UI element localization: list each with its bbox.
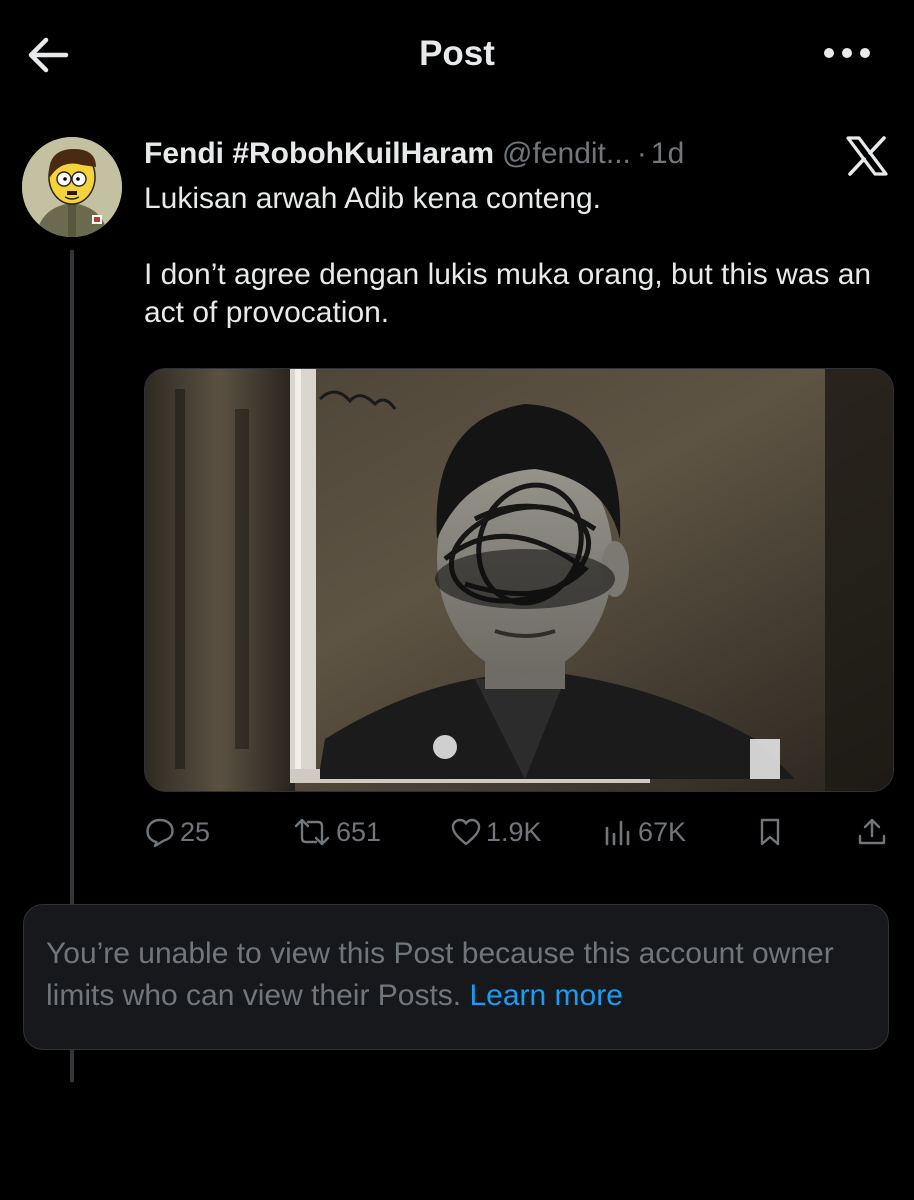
post-text-line: Lukisan arwah Adib kena conteng. xyxy=(144,182,601,215)
author-handle[interactable]: @fendit... xyxy=(502,137,631,170)
post-author-row: Fendi #RobohKuilHaram @fendit... · 1d xyxy=(144,134,684,174)
notice-text: You’re unable to view this Post because … xyxy=(46,937,834,1012)
like-icon xyxy=(451,818,481,846)
repost-icon xyxy=(294,818,330,846)
bookmark-icon xyxy=(760,818,780,846)
separator-dot: · xyxy=(636,137,647,170)
post-image[interactable] xyxy=(144,368,894,792)
reply-icon xyxy=(146,818,174,848)
mural-photo xyxy=(145,369,893,791)
page-title: Post xyxy=(419,34,495,73)
views-button[interactable]: 67K xyxy=(602,812,686,852)
repost-button[interactable]: 651 xyxy=(292,812,381,852)
unavailable-post-notice: You’re unable to view this Post because … xyxy=(23,904,889,1050)
post-text: Lukisan arwah Adib kena conteng. I don’t… xyxy=(144,180,884,332)
learn-more-link[interactable]: Learn more xyxy=(469,979,622,1012)
share-button[interactable] xyxy=(856,812,888,852)
like-button[interactable]: 1.9K xyxy=(450,812,542,852)
reply-button[interactable]: 25 xyxy=(144,812,210,852)
top-bar: Post xyxy=(0,0,914,110)
share-icon xyxy=(858,818,886,845)
reply-count: 25 xyxy=(180,816,211,847)
more-options-button[interactable] xyxy=(820,38,874,68)
views-count: 67K xyxy=(638,816,687,847)
author-display-name[interactable]: Fendi #RobohKuilHaram xyxy=(144,137,494,170)
like-count: 1.9K xyxy=(486,816,542,847)
avatar[interactable] xyxy=(22,137,122,237)
avatar-image xyxy=(22,137,122,237)
post-text-line: I don’t agree dengan lukis muka orang, b… xyxy=(144,258,872,329)
x-logo-icon xyxy=(846,136,888,176)
views-icon xyxy=(605,820,630,846)
bookmark-button[interactable] xyxy=(754,812,786,852)
x-logo xyxy=(846,136,888,176)
repost-count: 651 xyxy=(336,816,382,847)
more-horizontal-icon xyxy=(824,48,870,58)
post-actions: 25 651 1.9K 67K xyxy=(144,812,894,852)
post-timestamp[interactable]: 1d xyxy=(651,137,684,170)
